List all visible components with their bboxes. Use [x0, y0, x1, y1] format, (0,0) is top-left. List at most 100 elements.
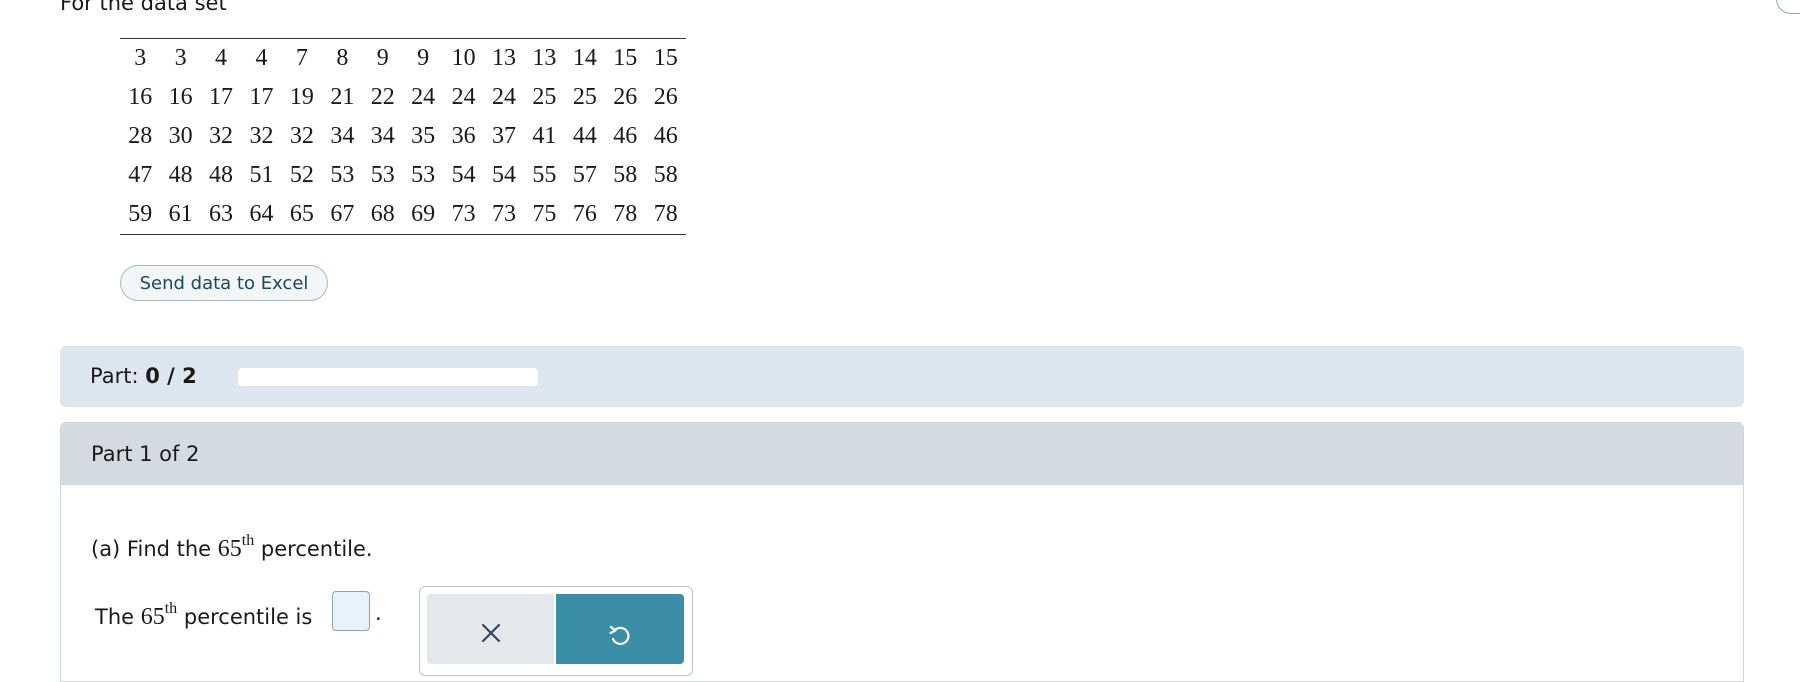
- dataset-value: 76: [572, 201, 597, 227]
- dataset-value: 13: [532, 45, 557, 71]
- dataset-value: 73: [451, 201, 476, 227]
- dataset-value: 21: [330, 84, 355, 110]
- dataset-value: 4: [215, 45, 228, 71]
- dataset-value: 41: [532, 123, 557, 149]
- dataset-value: 44: [572, 123, 597, 149]
- dataset-value: 13: [492, 45, 516, 71]
- corner-button[interactable]: [1776, 0, 1800, 14]
- clear-answer-button[interactable]: [427, 594, 554, 664]
- dataset-value: 3: [134, 45, 147, 71]
- dataset-value: 30: [168, 123, 193, 149]
- answer-tools: [419, 586, 693, 676]
- intro-text: For the data set: [60, 0, 227, 15]
- dataset-value: 17: [209, 84, 234, 110]
- dataset-row: 28 30 32 32 32 34 34 35 36 37 41 44 46 46: [120, 117, 686, 156]
- dataset-value: 59: [128, 201, 153, 227]
- dataset-value: 68: [370, 201, 395, 227]
- answer-text: The 65th percentile is: [95, 596, 312, 632]
- dataset-row: 16 16 17 17 19 21 22 24 24 24 25 25 26 26: [120, 78, 686, 117]
- dataset-value: 16: [128, 84, 153, 110]
- answer-rest: percentile is: [177, 605, 313, 629]
- dataset-value: 4: [255, 45, 268, 71]
- undo-answer-button[interactable]: [556, 594, 684, 664]
- percentile-answer-input[interactable]: [332, 591, 370, 631]
- dataset-value: 78: [653, 201, 678, 227]
- dataset-value: 67: [330, 201, 355, 227]
- dataset-value: 15: [613, 45, 638, 71]
- dataset-value: 28: [128, 123, 153, 149]
- dataset-row: 47 48 48 51 52 53 53 53 54 54 55 57 58 58: [120, 156, 686, 195]
- dataset-value: 53: [330, 162, 355, 188]
- question-text: (a) Find the 65th percentile.: [91, 528, 373, 564]
- dataset-value: 53: [370, 162, 395, 188]
- dataset-value: 61: [168, 201, 193, 227]
- dataset-value: 3: [174, 45, 187, 71]
- dataset-value: 7: [295, 45, 308, 71]
- dataset-value: 34: [370, 123, 395, 149]
- dataset-value: 24: [492, 84, 516, 110]
- question-number-value: 65: [217, 536, 242, 562]
- dataset-value: 57: [572, 162, 597, 188]
- part-progress-value: 0 / 2: [145, 364, 197, 388]
- dataset-value: 34: [330, 123, 355, 149]
- part-title: Part 1 of 2: [91, 442, 200, 466]
- dataset-value: 55: [532, 162, 557, 188]
- dataset-value: 24: [411, 84, 436, 110]
- dataset-value: 19: [289, 84, 314, 110]
- dataset-value: 58: [653, 162, 678, 188]
- dataset-value: 47: [128, 162, 153, 188]
- dataset-value: 25: [532, 84, 557, 110]
- dataset-value: 26: [613, 84, 638, 110]
- dataset-row: 3 3 4 4 7 8 9 9 10 13 13 14 15 15: [120, 39, 686, 79]
- answer-number: 65th: [140, 600, 177, 630]
- close-icon: [481, 623, 500, 643]
- send-to-excel-button[interactable]: Send data to Excel: [120, 265, 328, 301]
- question-number-suffix: th: [241, 532, 255, 549]
- progress-track: [238, 368, 538, 386]
- dataset-table: 3 3 4 4 7 8 9 9 10 13 13 14 15 15 16 16 17 17 19 21 22 24 24 24…: [120, 38, 686, 235]
- dataset-value: 35: [411, 123, 436, 149]
- part-progress-bar: Part: 0 / 2: [60, 346, 1744, 407]
- dataset-value: 65: [289, 201, 314, 227]
- part-label-text: Part:: [90, 364, 139, 388]
- dataset-value: 51: [249, 162, 274, 188]
- dataset-value: 24: [451, 84, 476, 110]
- dataset-value: 32: [249, 123, 274, 149]
- dataset-value: 17: [249, 84, 274, 110]
- dataset-value: 52: [289, 162, 314, 188]
- dataset-row: 59 61 63 64 65 67 68 69 73 73 75 76 78 78: [120, 195, 686, 235]
- dataset-value: 64: [249, 201, 274, 227]
- part-progress-label: Part: 0 / 2: [90, 364, 197, 388]
- dataset-value: 63: [209, 201, 234, 227]
- dataset-value: 75: [532, 201, 557, 227]
- dataset-value: 26: [653, 84, 678, 110]
- answer-number-value: 65: [140, 604, 165, 630]
- dataset-value: 22: [370, 84, 395, 110]
- dataset-value: 53: [411, 162, 436, 188]
- dataset-value: 25: [572, 84, 597, 110]
- dataset-value: 14: [572, 45, 597, 71]
- dataset-value: 9: [376, 45, 389, 71]
- dataset-value: 32: [209, 123, 234, 149]
- dataset-value: 8: [336, 45, 349, 71]
- answer-period: .: [375, 601, 382, 625]
- dataset-value: 54: [492, 162, 516, 188]
- dataset-value: 48: [168, 162, 193, 188]
- part-panel-header: Part 1 of 2: [61, 423, 1743, 485]
- answer-prefix: The: [95, 605, 141, 629]
- dataset-value: 16: [168, 84, 193, 110]
- dataset-value: 36: [451, 123, 476, 149]
- dataset-value: 10: [451, 45, 476, 71]
- dataset-value: 15: [653, 45, 678, 71]
- dataset-value: 46: [653, 123, 678, 149]
- dataset-value: 73: [492, 201, 516, 227]
- dataset-value: 78: [613, 201, 638, 227]
- dataset-value: 48: [209, 162, 234, 188]
- dataset-value: 32: [289, 123, 314, 149]
- dataset-value: 58: [613, 162, 638, 188]
- dataset-value: 37: [492, 123, 516, 149]
- question-number: 65th: [217, 532, 254, 562]
- question-rest: percentile.: [254, 537, 373, 561]
- answer-number-suffix: th: [164, 600, 178, 617]
- dataset-value: 46: [613, 123, 638, 149]
